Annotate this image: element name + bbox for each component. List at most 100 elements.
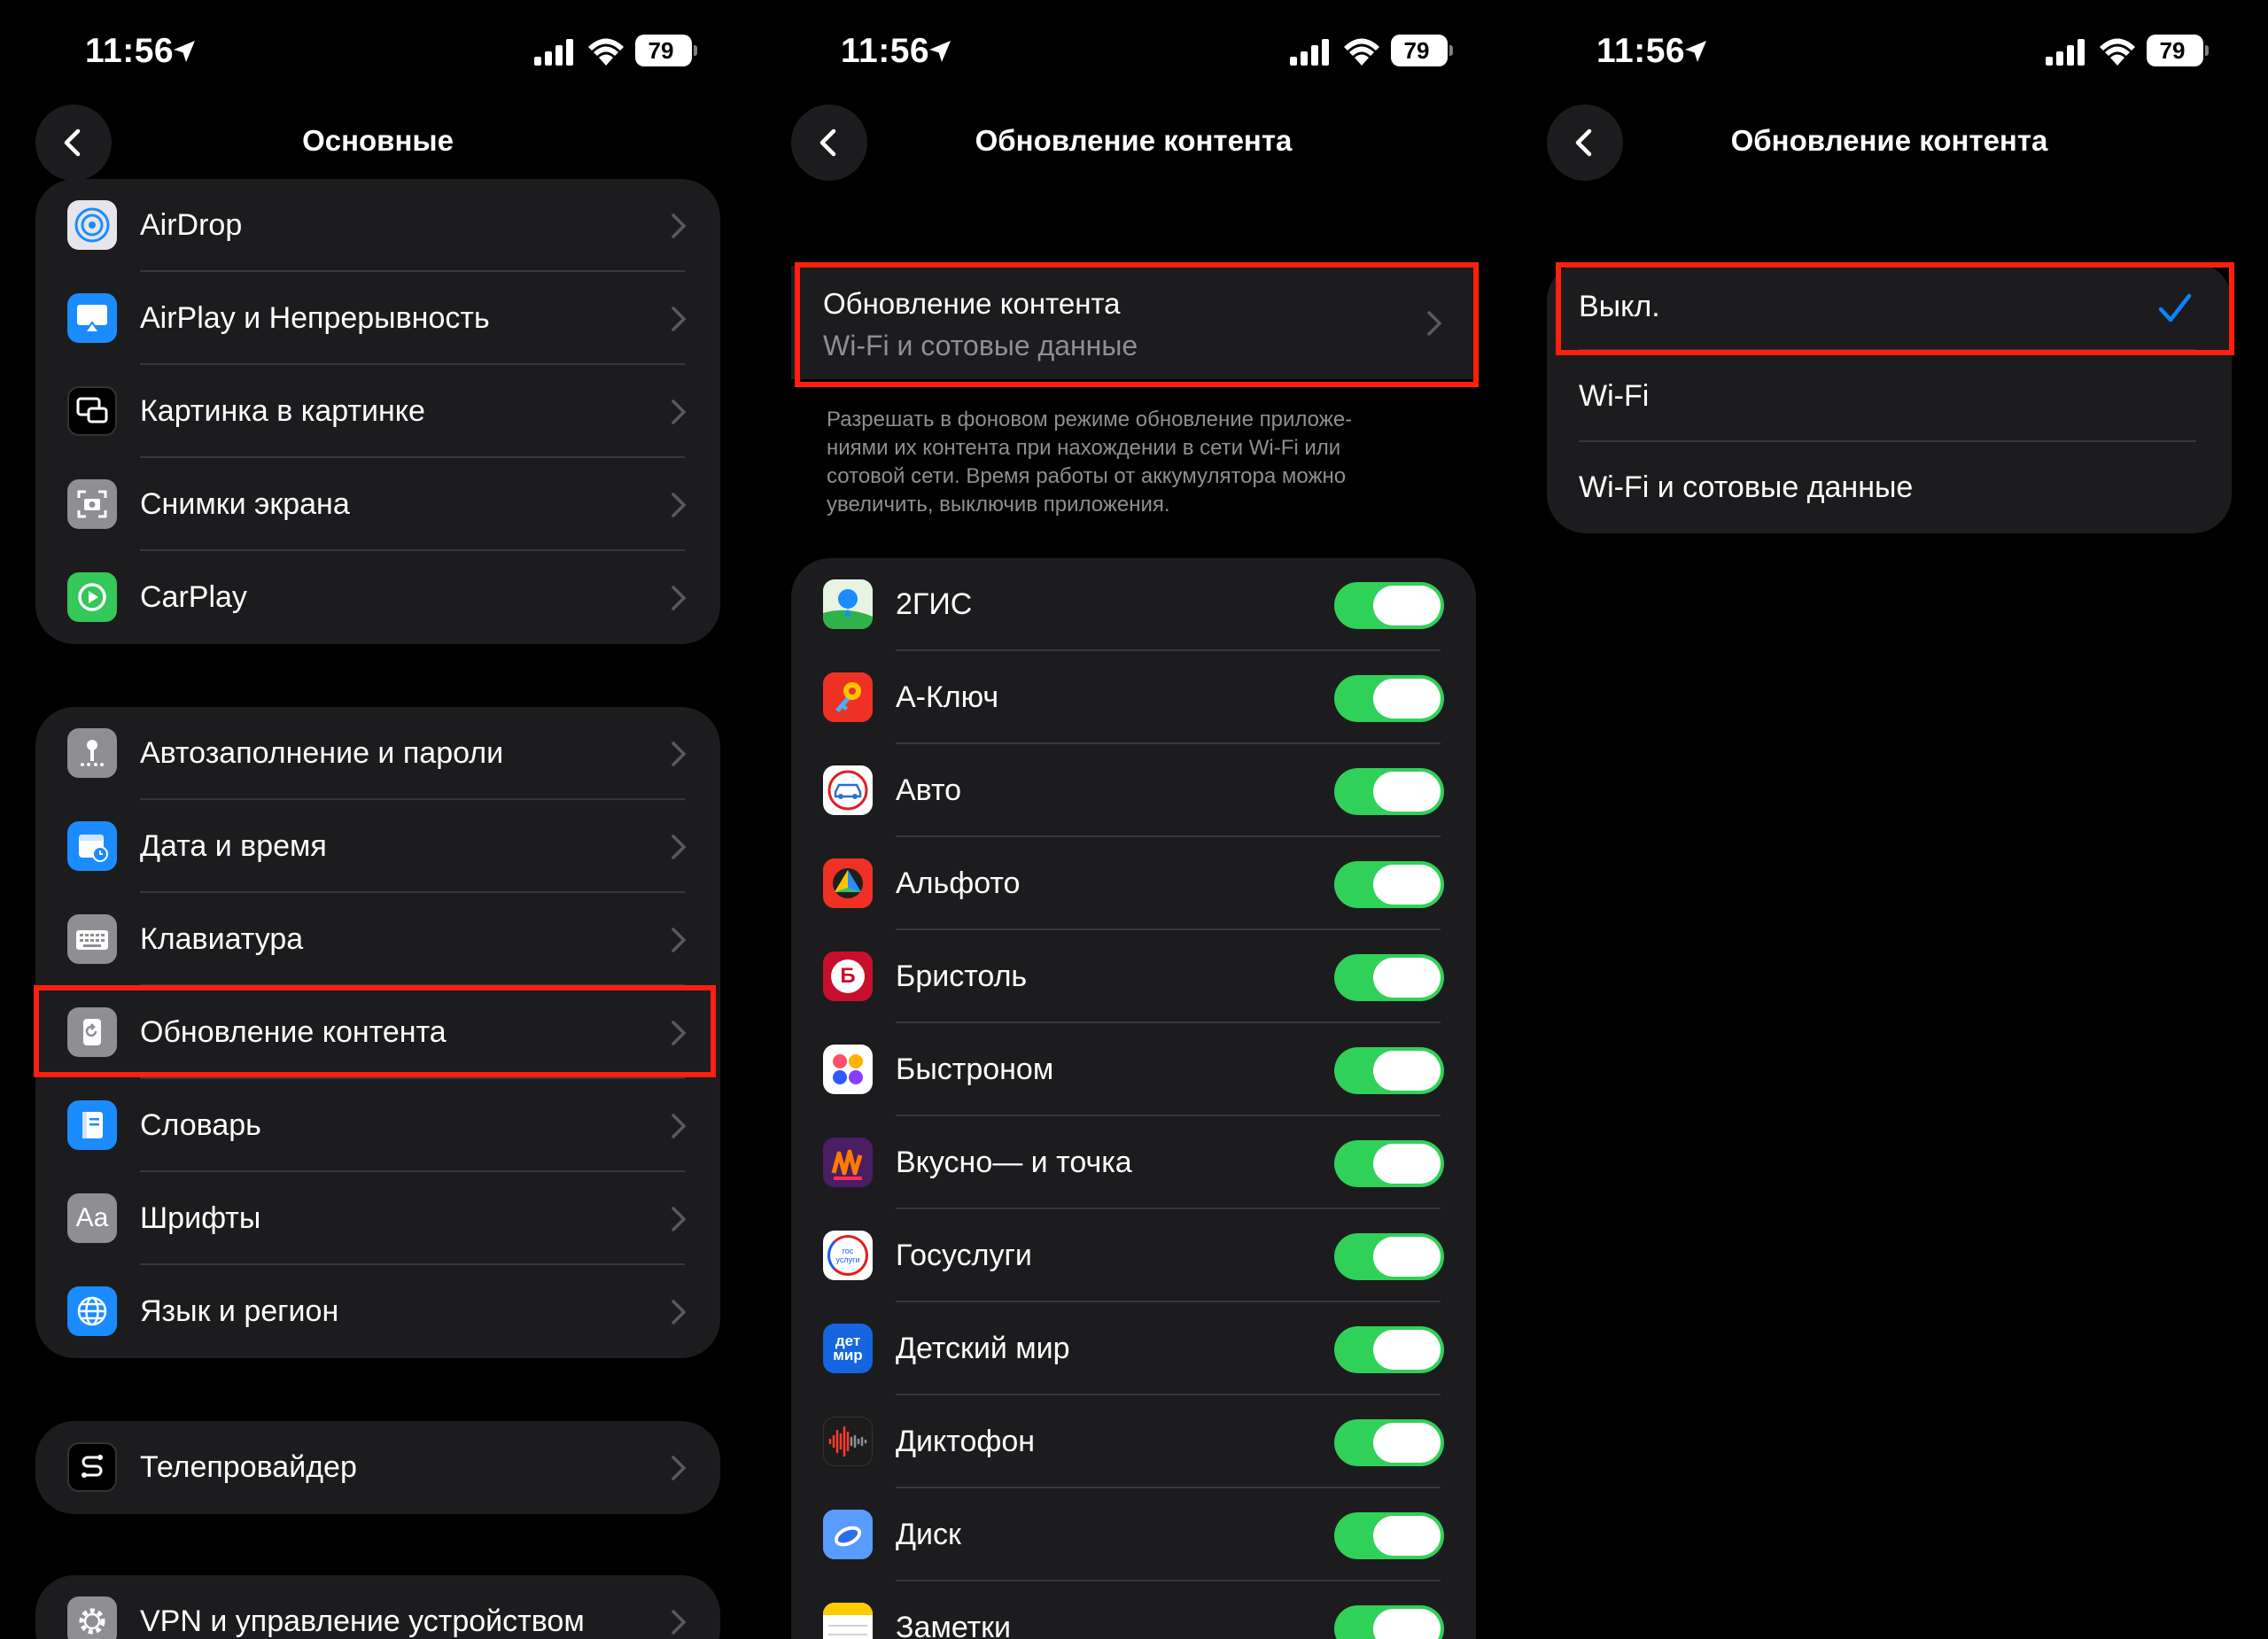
settings-row-airdrop[interactable]: AirDrop — [35, 179, 720, 272]
chevron-right-icon — [672, 214, 687, 238]
refresh-footnote: Разрешать в фоновом режиме обновление пр… — [827, 408, 1353, 517]
chevron-right-icon — [672, 835, 687, 859]
app-label: Детский мир — [896, 1332, 1070, 1365]
toggle-switch[interactable] — [1334, 582, 1444, 629]
fonts-icon: Aa — [67, 1193, 117, 1243]
app-label: 2ГИС — [896, 587, 973, 621]
back-button[interactable] — [35, 105, 112, 181]
settings-row-airplay[interactable]: AirPlay и Непрерывность — [35, 272, 720, 365]
chevron-right-icon — [672, 493, 687, 517]
page-title: Обновление контента — [975, 124, 1293, 157]
status-time: 11:56 — [841, 32, 930, 70]
toggle-switch[interactable] — [1334, 1326, 1444, 1373]
detsky-mir-icon-glyph: дет мир — [833, 1332, 863, 1363]
status-bar: 11:56 79 — [756, 28, 1511, 74]
battery-icon: 79 — [2147, 35, 2209, 66]
app-row-detsky-mir: дет мир Детский мир — [791, 1302, 1476, 1395]
back-button[interactable] — [1547, 105, 1623, 181]
row-label: Снимки экрана — [140, 487, 350, 521]
battery-level: 79 — [1403, 37, 1430, 64]
row-label: Дата и время — [140, 829, 327, 863]
toggle-switch[interactable] — [1334, 768, 1444, 815]
toggle-switch[interactable] — [1334, 954, 1444, 1001]
battery-icon: 79 — [1391, 35, 1453, 66]
status-bar: 11:56 79 — [0, 28, 756, 74]
detsky-mir-icon: дет мир — [823, 1324, 873, 1373]
toggle-switch[interactable] — [1334, 1047, 1444, 1094]
chevron-right-icon — [672, 1114, 687, 1138]
settings-row-vpn[interactable]: VPN и управление устройством — [35, 1575, 720, 1639]
location-arrow-icon — [929, 41, 951, 62]
keyboard-icon — [67, 914, 117, 964]
toggle-switch[interactable] — [1334, 1419, 1444, 1466]
chevron-right-icon — [672, 1610, 687, 1635]
settings-row-keyboard[interactable]: Клавиатура — [35, 893, 720, 986]
app-row-notes: Заметки — [791, 1581, 1476, 1639]
gosuslugi-icon: гос услуги — [823, 1231, 873, 1280]
cellular-signal-icon — [2046, 39, 2085, 66]
calendar-clock-icon — [67, 821, 117, 871]
vkusno-icon — [823, 1138, 873, 1187]
tv-provider-icon — [67, 1442, 117, 1492]
settings-row-fonts[interactable]: Aa Шрифты — [35, 1172, 720, 1265]
row-label: Картинка в картинке — [140, 394, 425, 428]
toggle-switch[interactable] — [1334, 675, 1444, 722]
carplay-icon — [67, 572, 117, 622]
battery-level: 79 — [2159, 37, 2186, 64]
background-refresh-screen: 11:56 79 Обновление контента Обновление … — [756, 0, 1511, 1639]
battery-icon: 79 — [635, 35, 697, 66]
globe-icon — [67, 1286, 117, 1336]
app-label: Быстроном — [896, 1053, 1054, 1086]
highlight-refresh-setting — [795, 262, 1479, 387]
settings-row-autofill[interactable]: Автозаполнение и пароли — [35, 707, 720, 800]
app-label: Диктофон — [896, 1425, 1036, 1458]
row-label: Язык и регион — [140, 1294, 339, 1328]
toggle-switch[interactable] — [1334, 1605, 1444, 1639]
bystronom-icon — [823, 1045, 873, 1094]
settings-row-language-region[interactable]: Язык и регион — [35, 1265, 720, 1358]
vpn-group: VPN и управление устройством — [35, 1575, 720, 1639]
alfoto-icon — [823, 858, 873, 908]
option-wifi[interactable]: Wi-Fi — [1547, 351, 2232, 442]
chevron-right-icon — [672, 1207, 687, 1231]
location-arrow-icon — [1685, 41, 1706, 62]
toggle-switch[interactable] — [1334, 1233, 1444, 1280]
toggle-switch[interactable] — [1334, 1140, 1444, 1187]
settings-row-date-time[interactable]: Дата и время — [35, 800, 720, 893]
app-row-auto: Авто — [791, 744, 1476, 837]
refresh-options-screen: 11:56 79 Обновление контента Выкл. Wi-Fi… — [1511, 0, 2267, 1639]
settings-row-carplay[interactable]: CarPlay — [35, 551, 720, 644]
app-row-vkusno: Вкусно— и точка — [791, 1116, 1476, 1209]
chevron-right-icon — [672, 1300, 687, 1324]
row-label: Шрифты — [140, 1201, 261, 1235]
toggle-switch[interactable] — [1334, 1512, 1444, 1559]
option-wifi-cellular[interactable]: Wi-Fi и сотовые данные — [1547, 442, 2232, 533]
row-label: CarPlay — [140, 580, 247, 614]
settings-row-dictionary[interactable]: Словарь — [35, 1079, 720, 1172]
toggle-switch[interactable] — [1334, 861, 1444, 908]
tv-provider-group: Телепровайдер — [35, 1421, 720, 1514]
app-row-bystronom: Быстроном — [791, 1023, 1476, 1116]
app-row-gosuslugi: гос услуги Госуслуги — [791, 1209, 1476, 1302]
app-label: А-Ключ — [896, 680, 999, 714]
chevron-right-icon — [672, 400, 687, 424]
2gis-icon — [823, 579, 873, 629]
app-row-disk: Диск — [791, 1488, 1476, 1581]
apps-list: 2ГИС А-Ключ Авто Альфото Б Бристоль Быст… — [791, 558, 1476, 1639]
back-button[interactable] — [791, 105, 867, 181]
status-bar: 11:56 79 — [1511, 28, 2267, 74]
settings-row-pip[interactable]: Картинка в картинке — [35, 365, 720, 458]
chevron-left-icon — [64, 128, 81, 157]
row-label: AirPlay и Непрерывность — [140, 301, 490, 335]
settings-row-tv-provider[interactable]: Телепровайдер — [35, 1421, 720, 1514]
app-label: Авто — [896, 773, 962, 807]
general-settings-screen: 11:56 79 Основные AirDrop AirPlay и Непр… — [0, 0, 756, 1639]
voice-memos-icon — [823, 1417, 873, 1466]
page-title: Основные — [302, 124, 454, 157]
battery-level: 79 — [648, 37, 674, 64]
row-label: VPN и управление устройством — [140, 1604, 585, 1638]
wifi-icon — [588, 38, 624, 66]
settings-row-screenshots[interactable]: Снимки экрана — [35, 458, 720, 551]
connectivity-group: AirDrop AirPlay и Непрерывность Картинка… — [35, 179, 720, 644]
notes-icon — [823, 1603, 873, 1639]
